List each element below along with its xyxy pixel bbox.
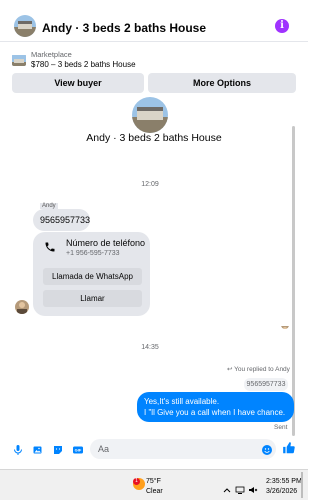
clock-date[interactable]: 3/26/2026 — [266, 488, 297, 495]
whatsapp-call-button[interactable]: Llamada de WhatsApp — [43, 268, 142, 285]
thread-title: Andy · 3 beds 2 baths House — [86, 132, 222, 144]
outgoing-message[interactable]: Yes,It's still available. I "ll Give you… — [137, 392, 294, 422]
weather-badge: 1 — [133, 478, 140, 485]
outgoing-line: Yes,It's still available. — [144, 397, 220, 406]
gif-icon[interactable]: GIF — [72, 443, 84, 455]
listing-price-title[interactable]: $780 – 3 beds 2 baths House — [31, 60, 136, 69]
listing-avatar[interactable] — [14, 15, 36, 37]
timestamp: 14:35 — [141, 344, 159, 351]
sender-avatar[interactable] — [15, 300, 29, 314]
outgoing-line: I "ll Give you a call when I have chance… — [144, 408, 286, 417]
conversation-title[interactable]: Andy · 3 beds 2 baths House — [42, 21, 206, 35]
listing-thumbnail[interactable] — [12, 54, 26, 66]
timestamp: 12:09 — [141, 181, 159, 188]
weather-condition[interactable]: Clear — [146, 488, 163, 495]
reply-label: You replied to Andy — [234, 366, 290, 373]
svg-text:GIF: GIF — [75, 448, 82, 453]
view-buyer-button[interactable]: View buyer — [12, 73, 144, 93]
phone-icon — [44, 240, 56, 252]
network-icon[interactable] — [235, 482, 245, 494]
sticker-icon[interactable] — [52, 443, 64, 455]
messenger-window: Andy · 3 beds 2 baths House i Marketplac… — [0, 0, 308, 500]
reply-indicator: ↩ You replied to Andy — [227, 365, 290, 373]
like-icon[interactable] — [282, 441, 295, 454]
gallery-icon[interactable] — [32, 443, 44, 455]
card-phone-number: +1 956-595-7733 — [66, 250, 120, 257]
volume-muted-icon[interactable] — [248, 482, 258, 493]
chevron-up-icon[interactable] — [222, 482, 232, 493]
incoming-message[interactable]: 9565957733 — [33, 209, 90, 231]
card-title: Número de teléfono — [66, 238, 146, 248]
microphone-icon[interactable] — [12, 443, 24, 455]
emoji-icon[interactable] — [261, 443, 273, 455]
show-desktop-button[interactable] — [301, 472, 303, 498]
conversation-avatar[interactable] — [132, 97, 168, 133]
marketplace-label: Marketplace — [31, 50, 72, 59]
call-button[interactable]: Llamar — [43, 290, 142, 307]
message-input[interactable] — [90, 439, 276, 459]
quoted-message[interactable]: 9565957733 — [244, 378, 288, 391]
clock-time[interactable]: 2:35:55 PM — [266, 478, 302, 485]
seen-avatar — [281, 321, 289, 329]
info-icon[interactable]: i — [275, 19, 289, 33]
more-options-button[interactable]: More Options — [148, 73, 296, 93]
thread-scrollbar[interactable] — [292, 126, 295, 436]
weather-temperature[interactable]: 75°F — [146, 478, 161, 485]
sent-status: Sent — [274, 424, 288, 431]
